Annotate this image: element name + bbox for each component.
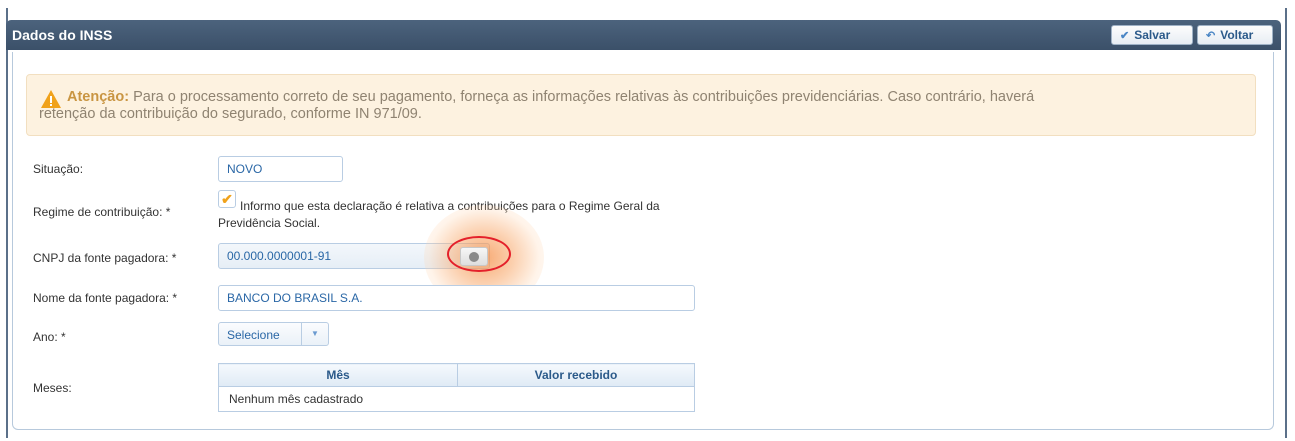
ano-label: Ano: * bbox=[33, 330, 66, 344]
check-icon: ✔ bbox=[1120, 29, 1130, 42]
situacao-field: NOVO bbox=[218, 156, 343, 182]
nome-field[interactable]: BANCO DO BRASIL S.A. bbox=[218, 285, 695, 311]
situacao-label: Situação: bbox=[33, 162, 84, 176]
chevron-down-icon[interactable]: ▼ bbox=[301, 323, 328, 345]
cnpj-label: CNPJ da fonte pagadora: * bbox=[33, 251, 177, 265]
nome-label: Nome da fonte pagadora: * bbox=[33, 291, 178, 305]
alert-prefix: Atenção: bbox=[67, 89, 130, 105]
ano-selected-value: Selecione bbox=[227, 328, 280, 342]
cnpj-search-button[interactable] bbox=[460, 247, 488, 266]
save-label: Salvar bbox=[1134, 28, 1171, 42]
back-button[interactable]: ↶ Voltar bbox=[1197, 25, 1273, 45]
top-strip bbox=[0, 0, 1295, 8]
table-header-row: Mês Valor recebido bbox=[218, 363, 695, 387]
table-row: Nenhum mês cadastrado bbox=[218, 386, 695, 412]
regime-label: Regime de contribuição: * bbox=[33, 205, 171, 219]
warning-alert: Atenção: Para o processamento correto de… bbox=[26, 74, 1256, 136]
regime-checkbox-text: Informo que esta declaração é relativa a… bbox=[218, 199, 660, 230]
alert-line-1: Atenção: Para o processamento correto de… bbox=[67, 89, 1227, 106]
alert-message: Para o processamento correto de seu paga… bbox=[133, 89, 1035, 105]
months-table: Mês Valor recebido Nenhum mês cadastrado bbox=[218, 363, 695, 412]
section-header: Dados do INSS ✔ Salvar ↶ Voltar bbox=[6, 20, 1281, 50]
section-title: Dados do INSS bbox=[12, 27, 113, 43]
ano-select[interactable]: Selecione ▼ bbox=[218, 322, 329, 346]
back-arrow-icon: ↶ bbox=[1206, 29, 1216, 42]
alert-line-2: retenção da contribuição do segurado, co… bbox=[39, 106, 422, 122]
meses-label: Meses: bbox=[33, 381, 72, 395]
save-button[interactable]: ✔ Salvar bbox=[1111, 25, 1193, 45]
back-label: Voltar bbox=[1220, 28, 1254, 42]
cnpj-field[interactable]: 00.000.0000001-91 bbox=[218, 243, 490, 269]
col-mes-header: Mês bbox=[218, 363, 458, 387]
search-icon bbox=[469, 252, 479, 262]
empty-message: Nenhum mês cadastrado bbox=[218, 386, 695, 412]
col-valor-header: Valor recebido bbox=[457, 363, 695, 387]
